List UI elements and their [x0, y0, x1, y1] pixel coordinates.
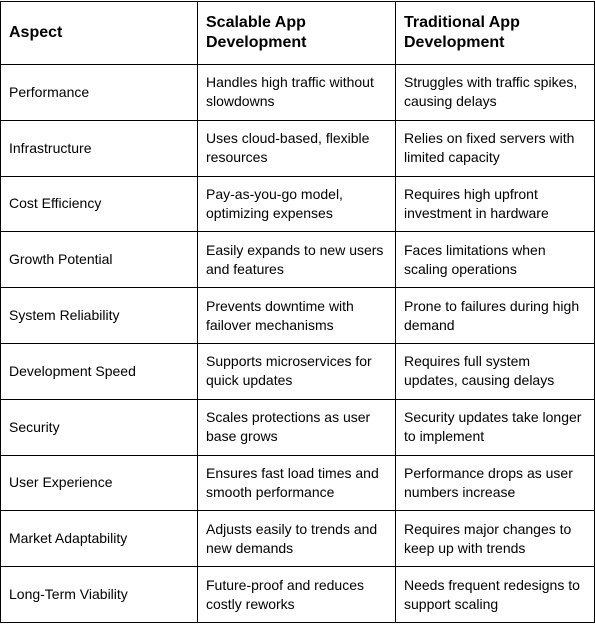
header-traditional: Traditional App Development [395, 1, 595, 65]
traditional-cell: Requires major changes to keep up with t… [395, 510, 595, 568]
scalable-cell: Easily expands to new users and features [197, 231, 396, 289]
table-row: Long-Term Viability Future-proof and redu… [0, 566, 595, 623]
table-row: Development Speed Supports microservices … [0, 342, 595, 400]
scalable-cell: Pay-as-you-go model, optimizing expenses [197, 175, 396, 233]
aspect-cell: Growth Potential [0, 231, 198, 289]
aspect-cell: Long-Term Viability [0, 566, 198, 623]
traditional-cell: Requires full system updates, causing de… [395, 342, 595, 400]
aspect-cell: Performance [0, 64, 198, 121]
scalable-cell: Adjusts easily to trends and new demands [197, 510, 396, 568]
traditional-cell: Performance drops as user numbers increa… [395, 454, 595, 512]
scalable-cell: Future-proof and reduces costly reworks [197, 566, 396, 623]
scalable-cell: Supports microservices for quick updates [197, 342, 396, 400]
aspect-cell: Security [0, 398, 198, 456]
aspect-cell: Development Speed [0, 342, 198, 400]
table-row: Performance Handles high traffic without … [0, 64, 595, 121]
traditional-cell: Struggles with traffic spikes, causing d… [395, 64, 595, 121]
traditional-cell: Security updates take longer to implemen… [395, 398, 595, 456]
aspect-cell: Infrastructure [0, 119, 198, 177]
header-scalable: Scalable App Development [197, 1, 396, 65]
table-row: Cost Efficiency Pay-as-you-go model, opti… [0, 175, 595, 233]
traditional-cell: Requires high upfront investment in hard… [395, 175, 595, 233]
header-row: Aspect Scalable App Development Traditio… [0, 1, 595, 65]
table-row: Security Scales protections as user base … [0, 398, 595, 456]
table-row: Growth Potential Easily expands to new us… [0, 231, 595, 289]
aspect-cell: System Reliability [0, 287, 198, 344]
header-aspect: Aspect [0, 1, 198, 65]
aspect-cell: Market Adaptability [0, 510, 198, 568]
table-row: User Experience Ensures fast load times a… [0, 454, 595, 512]
traditional-cell: Needs frequent redesigns to support scal… [395, 566, 595, 623]
table-row: System Reliability Prevents downtime with… [0, 287, 595, 344]
traditional-cell: Faces limitations when scaling operation… [395, 231, 595, 289]
scalable-cell: Scales protections as user base grows [197, 398, 396, 456]
comparison-table: Aspect Scalable App Development Traditio… [0, 1, 595, 623]
traditional-cell: Relies on fixed servers with limited cap… [395, 119, 595, 177]
scalable-cell: Uses cloud-based, flexible resources [197, 119, 396, 177]
aspect-cell: User Experience [0, 454, 198, 512]
traditional-cell: Prone to failures during high demand [395, 287, 595, 344]
table-row: Infrastructure Uses cloud-based, flexible… [0, 119, 595, 177]
scalable-cell: Handles high traffic without slowdowns [197, 64, 396, 121]
table-row: Market Adaptability Adjusts easily to tre… [0, 510, 595, 568]
scalable-cell: Prevents downtime with failover mechanis… [197, 287, 396, 344]
aspect-cell: Cost Efficiency [0, 175, 198, 233]
scalable-cell: Ensures fast load times and smooth perfo… [197, 454, 396, 512]
